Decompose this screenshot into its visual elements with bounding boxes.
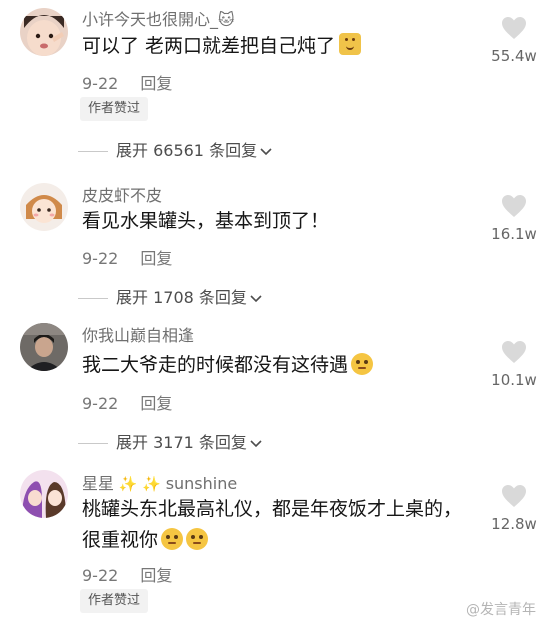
heart-icon <box>502 485 526 507</box>
comment-meta: 9-22 回复 <box>82 70 172 94</box>
like-count: 10.1w <box>491 371 537 389</box>
comment-username[interactable]: 皮皮虾不皮 <box>82 182 162 206</box>
comment-date: 9-22 <box>82 566 119 585</box>
like-button[interactable]: 12.8w <box>488 484 540 533</box>
emoji-icon <box>351 353 374 375</box>
comment-text: 桃罐头东北最高礼仪，都是年夜饭才上桌的， 很重视你 <box>82 498 463 551</box>
author-liked-badge: 作者赞过 <box>80 589 149 613</box>
reply-button[interactable]: 回复 <box>140 394 172 413</box>
emoji-icon <box>161 528 184 550</box>
comment-text: 我二大爷走的时候都没有这待遇 <box>82 350 374 381</box>
chevron-down-icon <box>250 439 262 447</box>
expand-replies-button[interactable]: 展开 3171 条回复 <box>78 429 263 453</box>
comment-text: 可以了 老两口就差把自己炖了 <box>82 31 362 62</box>
divider-line <box>78 298 108 299</box>
reply-button[interactable]: 回复 <box>140 249 172 268</box>
like-count: 16.1w <box>491 225 537 243</box>
expand-replies-button[interactable]: 展开 1708 条回复 <box>78 284 263 308</box>
avatar[interactable] <box>20 470 68 518</box>
comment-username[interactable]: 星星 ✨ ✨ sunshine <box>82 470 237 494</box>
like-button[interactable]: 10.1w <box>488 340 540 389</box>
heart-icon <box>502 341 526 363</box>
reply-button[interactable]: 回复 <box>140 566 172 585</box>
comment-date: 9-22 <box>82 394 119 413</box>
like-button[interactable]: 55.4w <box>488 16 540 65</box>
cat-emoji-icon: 🐱 <box>218 10 235 29</box>
comment-date: 9-22 <box>82 249 119 268</box>
comment-text: 看见水果罐头，基本到顶了！ <box>82 210 330 232</box>
comment-meta: 9-22 回复 <box>82 390 172 414</box>
comment-meta: 9-22 回复 <box>82 562 172 586</box>
divider-line <box>78 151 108 152</box>
author-liked-badge: 作者赞过 <box>80 97 149 121</box>
like-count: 12.8w <box>491 515 537 533</box>
sparkle-icon: ✨ ✨ <box>114 475 166 493</box>
comment-meta: 9-22 回复 <box>82 245 172 269</box>
chevron-down-icon <box>250 294 262 302</box>
emoji-icon <box>186 528 209 550</box>
emoji-icon <box>339 33 362 55</box>
comment-username[interactable]: 你我山巅自相逢 <box>82 322 194 346</box>
comment-username[interactable]: 小许今天也很開心_🐱 <box>82 6 235 30</box>
like-count: 55.4w <box>491 47 537 65</box>
reply-button[interactable]: 回复 <box>140 74 172 93</box>
watermark: @发言青年 <box>466 602 536 618</box>
avatar[interactable] <box>20 183 68 231</box>
divider-line <box>78 443 108 444</box>
chevron-down-icon <box>260 147 272 155</box>
like-button[interactable]: 16.1w <box>488 194 540 243</box>
avatar[interactable] <box>20 323 68 371</box>
heart-icon <box>502 195 526 217</box>
comment-date: 9-22 <box>82 74 119 93</box>
expand-replies-button[interactable]: 展开 66561 条回复 <box>78 137 273 161</box>
heart-icon <box>502 17 526 39</box>
avatar[interactable] <box>20 8 68 56</box>
